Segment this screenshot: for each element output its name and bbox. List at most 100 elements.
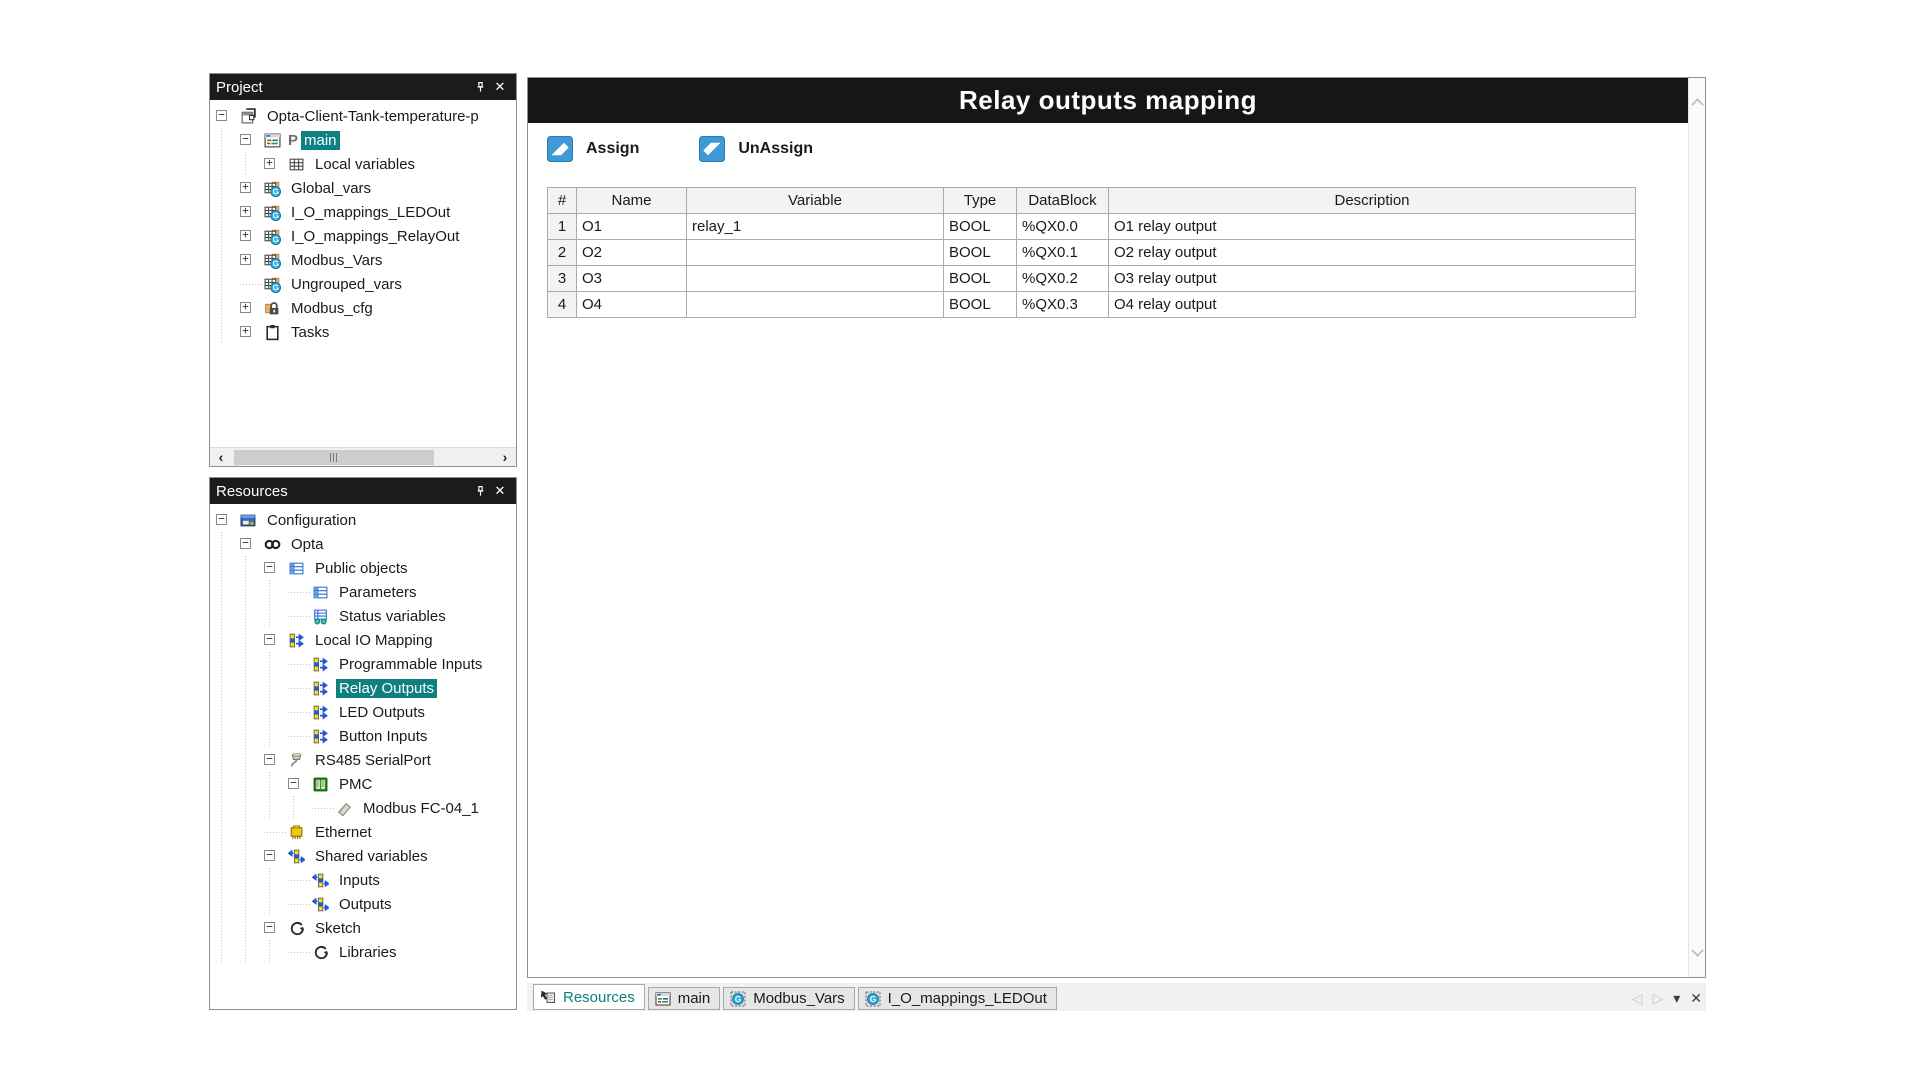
cell-[interactable]: 3: [548, 266, 577, 292]
pin-icon[interactable]: [470, 77, 490, 97]
tree-item-shared-variables[interactable]: −Shared variables: [210, 844, 516, 868]
scroll-down-icon[interactable]: [1691, 944, 1704, 957]
tree-item-modbus-fc-04-1[interactable]: Modbus FC-04_1: [210, 796, 516, 820]
scroll-up-icon[interactable]: [1691, 98, 1704, 111]
minus-expander-icon[interactable]: −: [216, 104, 240, 128]
tree-item-global-vars[interactable]: +GGlobal_vars: [210, 176, 516, 200]
column-header-datablock[interactable]: DataBlock: [1017, 188, 1109, 214]
tree-item-sketch[interactable]: −Sketch: [210, 916, 516, 940]
tree-item-modbus-cfg[interactable]: +Modbus_cfg: [210, 296, 516, 320]
minus-expander-icon[interactable]: −: [216, 508, 240, 532]
cell-type[interactable]: BOOL: [944, 266, 1017, 292]
assign-button[interactable]: Assign: [547, 136, 639, 162]
column-header-[interactable]: #: [548, 188, 577, 214]
scrollbar-thumb[interactable]: [234, 450, 434, 465]
plus-expander-icon[interactable]: +: [240, 200, 264, 224]
plus-expander-icon[interactable]: +: [240, 224, 264, 248]
cell-name[interactable]: O1: [577, 214, 687, 240]
cell-name[interactable]: O4: [577, 292, 687, 318]
scroll-left-icon[interactable]: ‹: [210, 448, 232, 467]
cell-datablock[interactable]: %QX0.0: [1017, 214, 1109, 240]
tree-item-i-o-mappings-relayout[interactable]: +GI_O_mappings_RelayOut: [210, 224, 516, 248]
tree-item-main[interactable]: −Pmain: [210, 128, 516, 152]
cell-description[interactable]: O3 relay output: [1109, 266, 1636, 292]
tree-item-public-objects[interactable]: −Public objects: [210, 556, 516, 580]
minus-expander-icon[interactable]: −: [264, 916, 288, 940]
tree-item-local-variables[interactable]: +Local variables: [210, 152, 516, 176]
tree-item-outputs[interactable]: Outputs: [210, 892, 516, 916]
close-icon[interactable]: ✕: [490, 481, 510, 501]
tab-resources[interactable]: Resources: [533, 984, 645, 1010]
tree-item-programmable-inputs[interactable]: Programmable Inputs: [210, 652, 516, 676]
tree-item-opta-client-tank-temperature-p[interactable]: −Opta-Client-Tank-temperature-p: [210, 104, 516, 128]
cell-variable[interactable]: relay_1: [687, 214, 944, 240]
column-header-type[interactable]: Type: [944, 188, 1017, 214]
tree-item-local-io-mapping[interactable]: −Local IO Mapping: [210, 628, 516, 652]
tree-item-ungrouped-vars[interactable]: GUngrouped_vars: [210, 272, 516, 296]
cell-[interactable]: 4: [548, 292, 577, 318]
cell-name[interactable]: O3: [577, 266, 687, 292]
tree-item-relay-outputs[interactable]: Relay Outputs: [210, 676, 516, 700]
table-row[interactable]: 4O4 BOOL%QX0.3O4 relay output: [548, 292, 1636, 318]
cell-name[interactable]: O2: [577, 240, 687, 266]
unassign-button[interactable]: UnAssign: [699, 136, 813, 162]
tree-item-inputs[interactable]: Inputs: [210, 868, 516, 892]
plus-expander-icon[interactable]: +: [240, 248, 264, 272]
tab-scroll-right-icon[interactable]: ▷: [1652, 990, 1663, 1007]
vertical-scrollbar[interactable]: [1688, 78, 1705, 977]
plus-expander-icon[interactable]: +: [240, 296, 264, 320]
minus-expander-icon[interactable]: −: [264, 556, 288, 580]
cell-type[interactable]: BOOL: [944, 292, 1017, 318]
table-row[interactable]: 2O2BOOL%QX0.1O2 relay output: [548, 240, 1636, 266]
tree-item-parameters[interactable]: Parameters: [210, 580, 516, 604]
minus-expander-icon[interactable]: −: [264, 844, 288, 868]
minus-expander-icon[interactable]: −: [264, 628, 288, 652]
minus-expander-icon[interactable]: −: [240, 128, 264, 152]
plus-expander-icon[interactable]: +: [240, 320, 264, 344]
cell-datablock[interactable]: %QX0.1: [1017, 240, 1109, 266]
tree-item-rs485-serialport[interactable]: −RS485 SerialPort: [210, 748, 516, 772]
pin-icon[interactable]: [470, 481, 490, 501]
tree-item-i-o-mappings-ledout[interactable]: +GI_O_mappings_LEDOut: [210, 200, 516, 224]
tree-item-opta[interactable]: −Opta: [210, 532, 516, 556]
column-header-name[interactable]: Name: [577, 188, 687, 214]
tab-scroll-left-icon[interactable]: ◁: [1632, 990, 1643, 1007]
tab-modbus-vars[interactable]: GModbus_Vars: [723, 987, 854, 1010]
cell-[interactable]: 2: [548, 240, 577, 266]
column-header-description[interactable]: Description: [1109, 188, 1636, 214]
cell-variable[interactable]: [687, 266, 944, 292]
cell-[interactable]: 1: [548, 214, 577, 240]
tree-item-led-outputs[interactable]: LED Outputs: [210, 700, 516, 724]
cell-type[interactable]: BOOL: [944, 214, 1017, 240]
column-header-variable[interactable]: Variable: [687, 188, 944, 214]
cell-description[interactable]: O1 relay output: [1109, 214, 1636, 240]
minus-expander-icon[interactable]: −: [240, 532, 264, 556]
cell-variable[interactable]: [687, 292, 944, 318]
close-icon[interactable]: ✕: [490, 77, 510, 97]
tree-item-pmc[interactable]: −PMC: [210, 772, 516, 796]
cell-type[interactable]: BOOL: [944, 240, 1017, 266]
tab-main[interactable]: main: [648, 987, 721, 1010]
tree-item-ethernet[interactable]: Ethernet: [210, 820, 516, 844]
minus-expander-icon[interactable]: −: [264, 748, 288, 772]
cell-datablock[interactable]: %QX0.2: [1017, 266, 1109, 292]
project-horizontal-scrollbar[interactable]: ‹ ›: [210, 447, 516, 466]
tree-item-button-inputs[interactable]: Button Inputs: [210, 724, 516, 748]
cell-datablock[interactable]: %QX0.3: [1017, 292, 1109, 318]
table-row[interactable]: 3O3 BOOL%QX0.2O3 relay output: [548, 266, 1636, 292]
plus-expander-icon[interactable]: +: [240, 176, 264, 200]
tree-item-tasks[interactable]: +Tasks: [210, 320, 516, 344]
cell-description[interactable]: O4 relay output: [1109, 292, 1636, 318]
table-row[interactable]: 1O1relay_1BOOL%QX0.0O1 relay output: [548, 214, 1636, 240]
tab-i-o-mappings-ledout[interactable]: GI_O_mappings_LEDOut: [858, 987, 1057, 1010]
scroll-right-icon[interactable]: ›: [494, 448, 516, 467]
minus-expander-icon[interactable]: −: [288, 772, 312, 796]
tab-close-icon[interactable]: ✕: [1690, 990, 1702, 1007]
tab-list-dropdown-icon[interactable]: ▾: [1673, 990, 1680, 1007]
plus-expander-icon[interactable]: +: [264, 152, 288, 176]
tree-item-status-variables[interactable]: Status variables: [210, 604, 516, 628]
tree-item-modbus-vars[interactable]: +GModbus_Vars: [210, 248, 516, 272]
tree-item-configuration[interactable]: −Configuration: [210, 508, 516, 532]
tree-item-libraries[interactable]: Libraries: [210, 940, 516, 964]
cell-variable[interactable]: [687, 240, 944, 266]
